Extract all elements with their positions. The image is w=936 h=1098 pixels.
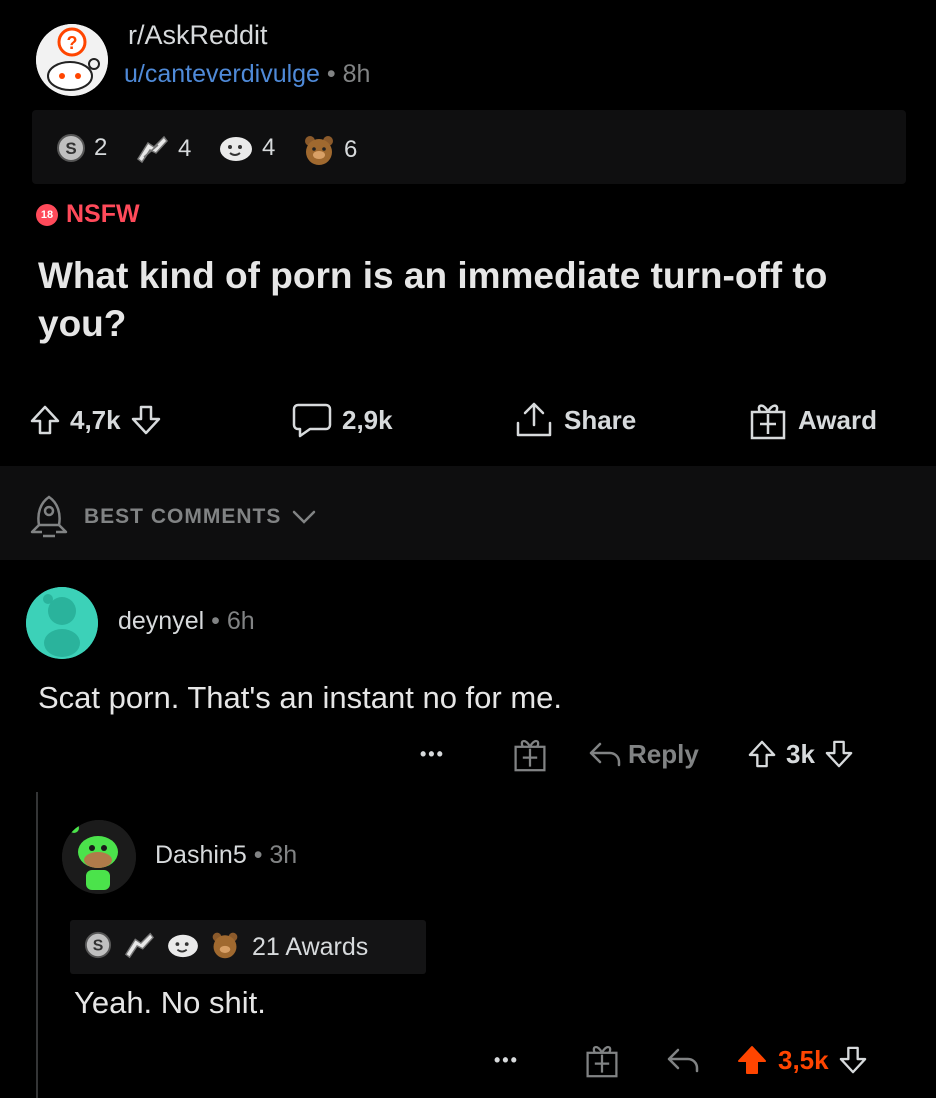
awards-total: 21 Awards bbox=[252, 932, 369, 961]
meta-separator: • bbox=[253, 841, 263, 869]
bear-award-icon bbox=[210, 930, 240, 965]
comment-action-bar: ••• 3,5k bbox=[0, 1030, 936, 1086]
award-silver[interactable]: S 2 bbox=[56, 133, 107, 163]
snoo-question-icon: ? bbox=[36, 24, 108, 96]
meta-separator: • bbox=[211, 607, 220, 635]
share-label: Share bbox=[564, 404, 637, 435]
comment-age: 6h bbox=[226, 607, 255, 635]
silver-award-icon: S bbox=[57, 134, 85, 162]
svg-text:S: S bbox=[65, 139, 76, 158]
comment-score: 3k bbox=[786, 738, 815, 769]
comment-bubble-icon bbox=[292, 401, 332, 439]
reply-arrow-icon bbox=[588, 740, 622, 768]
comment-awards-strip[interactable]: S 21 Awards bbox=[70, 920, 426, 974]
post-title[interactable]: What kind of porn is an immediate turn-o… bbox=[38, 252, 908, 348]
upvote-icon[interactable] bbox=[748, 739, 776, 769]
wholesome-award-icon bbox=[220, 137, 252, 161]
vote-group: 4,7k bbox=[30, 390, 161, 450]
nsfw-label: NSFW bbox=[66, 200, 140, 228]
post-age: 8h bbox=[342, 60, 371, 88]
share-button[interactable]: Share bbox=[514, 390, 646, 450]
share-icon bbox=[514, 401, 554, 439]
award-count: 4 bbox=[178, 135, 192, 162]
nsfw-tag: 18 NSFW bbox=[36, 200, 140, 229]
reply-button[interactable]: Reply bbox=[588, 724, 709, 784]
chevron-down-icon bbox=[291, 509, 317, 525]
subreddit-avatar[interactable]: ? bbox=[36, 24, 108, 96]
wholesome-award-icon bbox=[166, 931, 200, 964]
gift-icon bbox=[512, 736, 548, 772]
more-icon: ••• bbox=[494, 1049, 519, 1070]
comment-meta: deynyel • 6h bbox=[118, 607, 255, 636]
award-count: 6 bbox=[344, 136, 358, 163]
helpful-award-icon bbox=[122, 930, 156, 965]
comment-body: Scat porn. That's an instant no for me. bbox=[38, 680, 563, 715]
helpful-award-icon bbox=[136, 135, 168, 164]
gift-icon bbox=[748, 400, 788, 440]
comment-count: 2,9k bbox=[342, 404, 393, 435]
silver-award-icon: S bbox=[84, 931, 112, 964]
svg-text:S: S bbox=[93, 937, 104, 954]
upvote-icon[interactable] bbox=[30, 404, 60, 436]
comment-score: 3,5k bbox=[778, 1044, 829, 1075]
award-label: Award bbox=[798, 404, 877, 435]
downvote-icon[interactable] bbox=[825, 739, 853, 769]
comment-action-bar: ••• Reply 3k bbox=[0, 724, 936, 780]
award-button[interactable]: Award bbox=[748, 390, 887, 450]
more-options-button[interactable]: ••• bbox=[420, 724, 445, 784]
meta-separator: • bbox=[326, 60, 336, 88]
subreddit-name[interactable]: r/AskReddit bbox=[128, 20, 268, 51]
comment-age: 3h bbox=[269, 841, 298, 869]
comment-author[interactable]: deynyel bbox=[118, 607, 204, 635]
post-action-bar: 4,7k 2,9k Share Award bbox=[0, 390, 936, 450]
comment-avatar[interactable] bbox=[26, 587, 98, 659]
post-awards-strip[interactable]: S 2 4 4 6 bbox=[32, 110, 906, 184]
comment-award-button[interactable] bbox=[584, 1030, 620, 1090]
award-count: 4 bbox=[262, 134, 276, 161]
award-helpful[interactable]: 4 bbox=[134, 133, 191, 165]
comment-sort-bar[interactable]: BEST COMMENTS bbox=[0, 466, 936, 560]
post-score: 4,7k bbox=[70, 404, 121, 435]
snoo-avatar-icon bbox=[26, 587, 98, 659]
comment-vote-group: 3k bbox=[748, 724, 853, 784]
bear-award-icon bbox=[305, 136, 333, 165]
reply-arrow-icon bbox=[666, 1046, 700, 1074]
post-meta: u/canteverdivulge • 8h bbox=[124, 60, 370, 89]
more-icon: ••• bbox=[420, 743, 445, 764]
downvote-icon[interactable] bbox=[131, 404, 161, 436]
comments-button[interactable]: 2,9k bbox=[292, 390, 403, 450]
rocket-icon bbox=[28, 494, 70, 540]
more-options-button[interactable]: ••• bbox=[494, 1030, 519, 1090]
comment-award-button[interactable] bbox=[512, 724, 548, 784]
sort-label: BEST COMMENTS bbox=[84, 505, 282, 528]
gift-icon bbox=[584, 1042, 620, 1078]
snoo-avatar-icon bbox=[62, 820, 136, 894]
award-count: 2 bbox=[94, 134, 108, 161]
post-author[interactable]: u/canteverdivulge bbox=[124, 60, 320, 88]
upvote-filled-icon[interactable] bbox=[736, 1044, 768, 1076]
comment-avatar[interactable] bbox=[62, 820, 136, 894]
downvote-icon[interactable] bbox=[839, 1045, 867, 1075]
comment-body: Yeah. No shit. bbox=[74, 985, 266, 1020]
comment-meta: Dashin5 • 3h bbox=[155, 841, 297, 870]
award-bear[interactable]: 6 bbox=[302, 133, 357, 167]
reply-button[interactable] bbox=[666, 1030, 700, 1090]
nsfw-18-icon: 18 bbox=[36, 203, 58, 226]
comment-vote-group: 3,5k bbox=[736, 1030, 867, 1090]
award-wholesome[interactable]: 4 bbox=[218, 133, 275, 163]
comment-author[interactable]: Dashin5 bbox=[155, 841, 247, 869]
reply-label: Reply bbox=[628, 738, 699, 769]
svg-text:?: ? bbox=[67, 33, 78, 53]
